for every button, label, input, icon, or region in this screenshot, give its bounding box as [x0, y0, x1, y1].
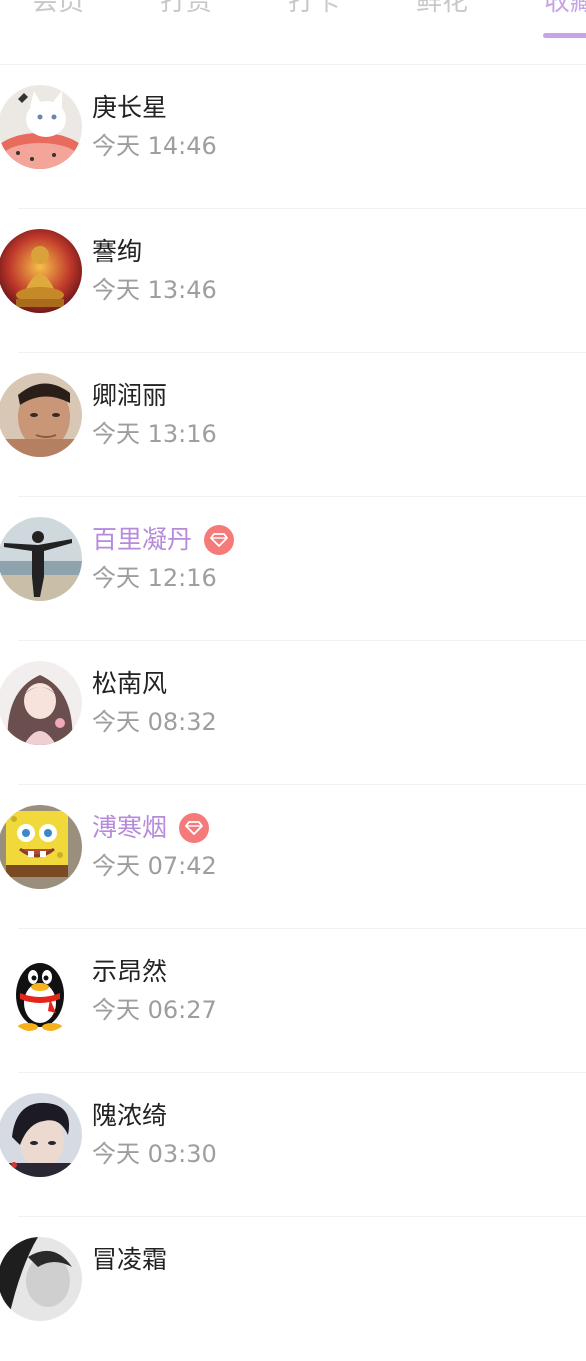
- user-name: 百里凝丹: [92, 525, 193, 554]
- list-item[interactable]: 示昂然 今天 06:27: [0, 929, 586, 1073]
- tab-favorites[interactable]: 收藏: [544, 0, 586, 22]
- list-item[interactable]: 溥寒烟 今天 07:42: [0, 785, 586, 929]
- favorite-time: 今天 13:46: [92, 276, 217, 304]
- vip-diamond-icon: [204, 525, 235, 555]
- favorite-time: 今天 07:42: [92, 852, 217, 880]
- list-item[interactable]: 隗浓绮 今天 03:30: [0, 1073, 586, 1217]
- favorite-time: 今天 03:30: [92, 1140, 217, 1168]
- tab-members[interactable]: 会员: [32, 0, 84, 22]
- user-name: 卿润丽: [92, 381, 168, 410]
- list-item[interactable]: 百里凝丹 今天 12:16: [0, 497, 586, 641]
- cat-avatar[interactable]: [0, 85, 82, 169]
- user-name: 庚长星: [92, 93, 168, 122]
- tab-bar: 会员 打赏 打卡 鲜花 收藏: [0, 0, 586, 65]
- man-avatar[interactable]: [0, 373, 82, 457]
- user-name: 隗浓绮: [92, 1101, 168, 1130]
- user-name: 示昂然: [92, 957, 168, 986]
- vip-diamond-icon: [179, 813, 210, 843]
- tab-checkin[interactable]: 打卡: [288, 0, 340, 22]
- bw-avatar[interactable]: [0, 1237, 82, 1321]
- active-tab-indicator: [543, 33, 586, 38]
- user-name: 溥寒烟: [92, 813, 168, 842]
- favorite-time: 今天 13:16: [92, 420, 217, 448]
- user-name: 謇绚: [92, 237, 143, 266]
- sponge-avatar[interactable]: [0, 805, 82, 889]
- tab-tips[interactable]: 打赏: [160, 0, 212, 22]
- beach-avatar[interactable]: [0, 517, 82, 601]
- list-item[interactable]: 卿润丽 今天 13:16: [0, 353, 586, 497]
- favorite-time: 今天 08:32: [92, 708, 217, 736]
- list-item[interactable]: 松南风 今天 08:32: [0, 641, 586, 785]
- buddha-avatar[interactable]: [0, 229, 82, 313]
- list-item[interactable]: 冒凌霜: [0, 1217, 586, 1361]
- tab-flowers[interactable]: 鲜花: [416, 0, 468, 22]
- user-name: 松南风: [92, 669, 168, 698]
- boy-avatar[interactable]: [0, 1093, 82, 1177]
- list-item[interactable]: 謇绚 今天 13:46: [0, 209, 586, 353]
- anime-girl-avatar[interactable]: [0, 661, 82, 745]
- user-list: 庚长星 今天 14:46 謇绚 今天 13:46 卿润丽 今天 13:16 百里…: [0, 65, 586, 1361]
- favorite-time: 今天 12:16: [92, 564, 217, 592]
- user-name: 冒凌霜: [92, 1245, 168, 1274]
- list-item[interactable]: 庚长星 今天 14:46: [0, 65, 586, 209]
- favorite-time: 今天 06:27: [92, 996, 217, 1024]
- favorite-time: 今天 14:46: [92, 132, 217, 160]
- penguin-avatar[interactable]: [0, 949, 82, 1033]
